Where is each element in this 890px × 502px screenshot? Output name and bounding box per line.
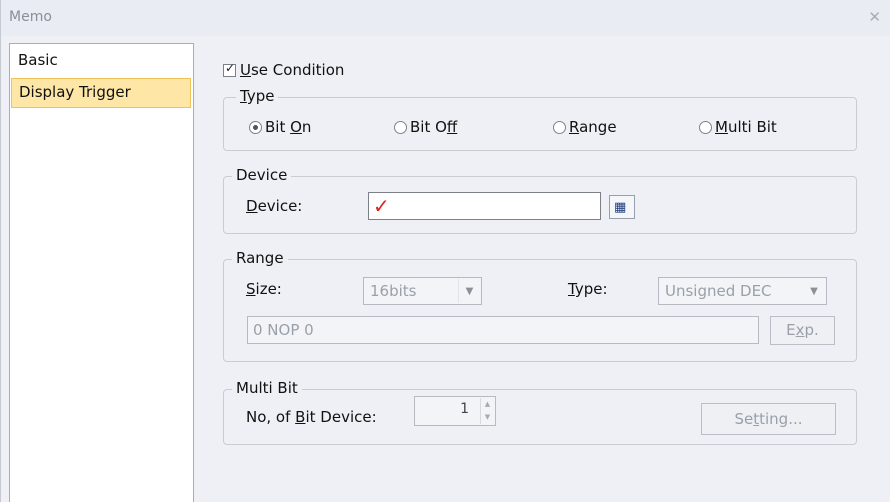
stepper-buttons[interactable]: ▲ ▼	[480, 398, 494, 424]
radio-selected-icon	[249, 120, 262, 134]
range-group-legend: Range	[232, 249, 288, 267]
chevron-up-icon[interactable]: ▲	[481, 398, 494, 411]
sidebar-item-label: Display Trigger	[19, 83, 131, 101]
range-group: Range	[223, 249, 857, 362]
sidebar-item-label: Basic	[18, 51, 58, 69]
memo-dialog: Memo ✕ Basic Display Trigger ✓ Use Condi…	[0, 0, 890, 502]
size-value: 16bits	[370, 282, 417, 300]
exp-button[interactable]: Exp.	[770, 316, 835, 345]
type-bit-on-radio[interactable]: Bit On	[249, 118, 311, 136]
chevron-down-icon: ▼	[810, 286, 818, 297]
chevron-down-icon: ▼	[458, 279, 480, 303]
type-bit-off-radio[interactable]: Bit Off	[394, 118, 457, 136]
device-browse-icon: ▦	[614, 200, 627, 215]
radio-icon	[553, 120, 566, 134]
use-condition-label: Use Condition	[240, 61, 345, 79]
radio-label: Bit On	[265, 118, 312, 136]
red-checkmark-icon: ✓	[373, 194, 390, 218]
device-label: Device:	[246, 197, 303, 215]
type-group-legend: Type	[236, 87, 279, 105]
checkbox-box[interactable]: ✓	[223, 60, 236, 77]
close-icon[interactable]: ✕	[868, 8, 881, 26]
chevron-down-icon[interactable]: ▼	[481, 411, 494, 424]
radio-icon	[699, 120, 712, 134]
size-label: Size:	[246, 280, 282, 298]
range-expression-field[interactable]: 0 NOP 0	[247, 316, 759, 344]
window-title: Memo	[9, 9, 52, 25]
range-type-label: Type:	[568, 280, 608, 298]
range-type-value: Unsigned DEC	[665, 282, 772, 300]
use-condition-checkbox[interactable]: ✓ Use Condition	[223, 60, 344, 80]
bit-device-count-stepper[interactable]: 1 ▲ ▼	[414, 396, 496, 426]
type-range-radio[interactable]: Range	[553, 118, 617, 136]
bit-device-count-label: No, of Bit Device:	[246, 408, 377, 426]
sidebar-item-basic[interactable]: Basic	[11, 47, 191, 77]
bit-device-count-value: 1	[460, 401, 469, 417]
device-group-legend: Device	[232, 166, 292, 184]
radio-label: Multi Bit	[715, 118, 777, 136]
category-list: Basic Display Trigger	[9, 43, 194, 502]
multibit-group-legend: Multi Bit	[232, 379, 302, 397]
radio-label: Range	[569, 118, 617, 136]
radio-icon	[394, 120, 407, 134]
title-bar: Memo ✕	[1, 0, 890, 36]
setting-button[interactable]: Setting...	[701, 403, 836, 435]
radio-label: Bit Off	[410, 118, 458, 136]
sidebar-item-display-trigger[interactable]: Display Trigger	[11, 78, 191, 108]
device-browse-button[interactable]: ▦	[609, 195, 635, 219]
device-input[interactable]: ✓	[368, 192, 601, 220]
size-select[interactable]: 16bits ▼	[363, 277, 482, 305]
type-multi-bit-radio[interactable]: Multi Bit	[699, 118, 777, 136]
range-expression-value: 0 NOP 0	[253, 321, 314, 339]
checkmark-icon: ✓	[225, 60, 236, 75]
range-type-select[interactable]: Unsigned DEC ▼	[658, 277, 827, 305]
